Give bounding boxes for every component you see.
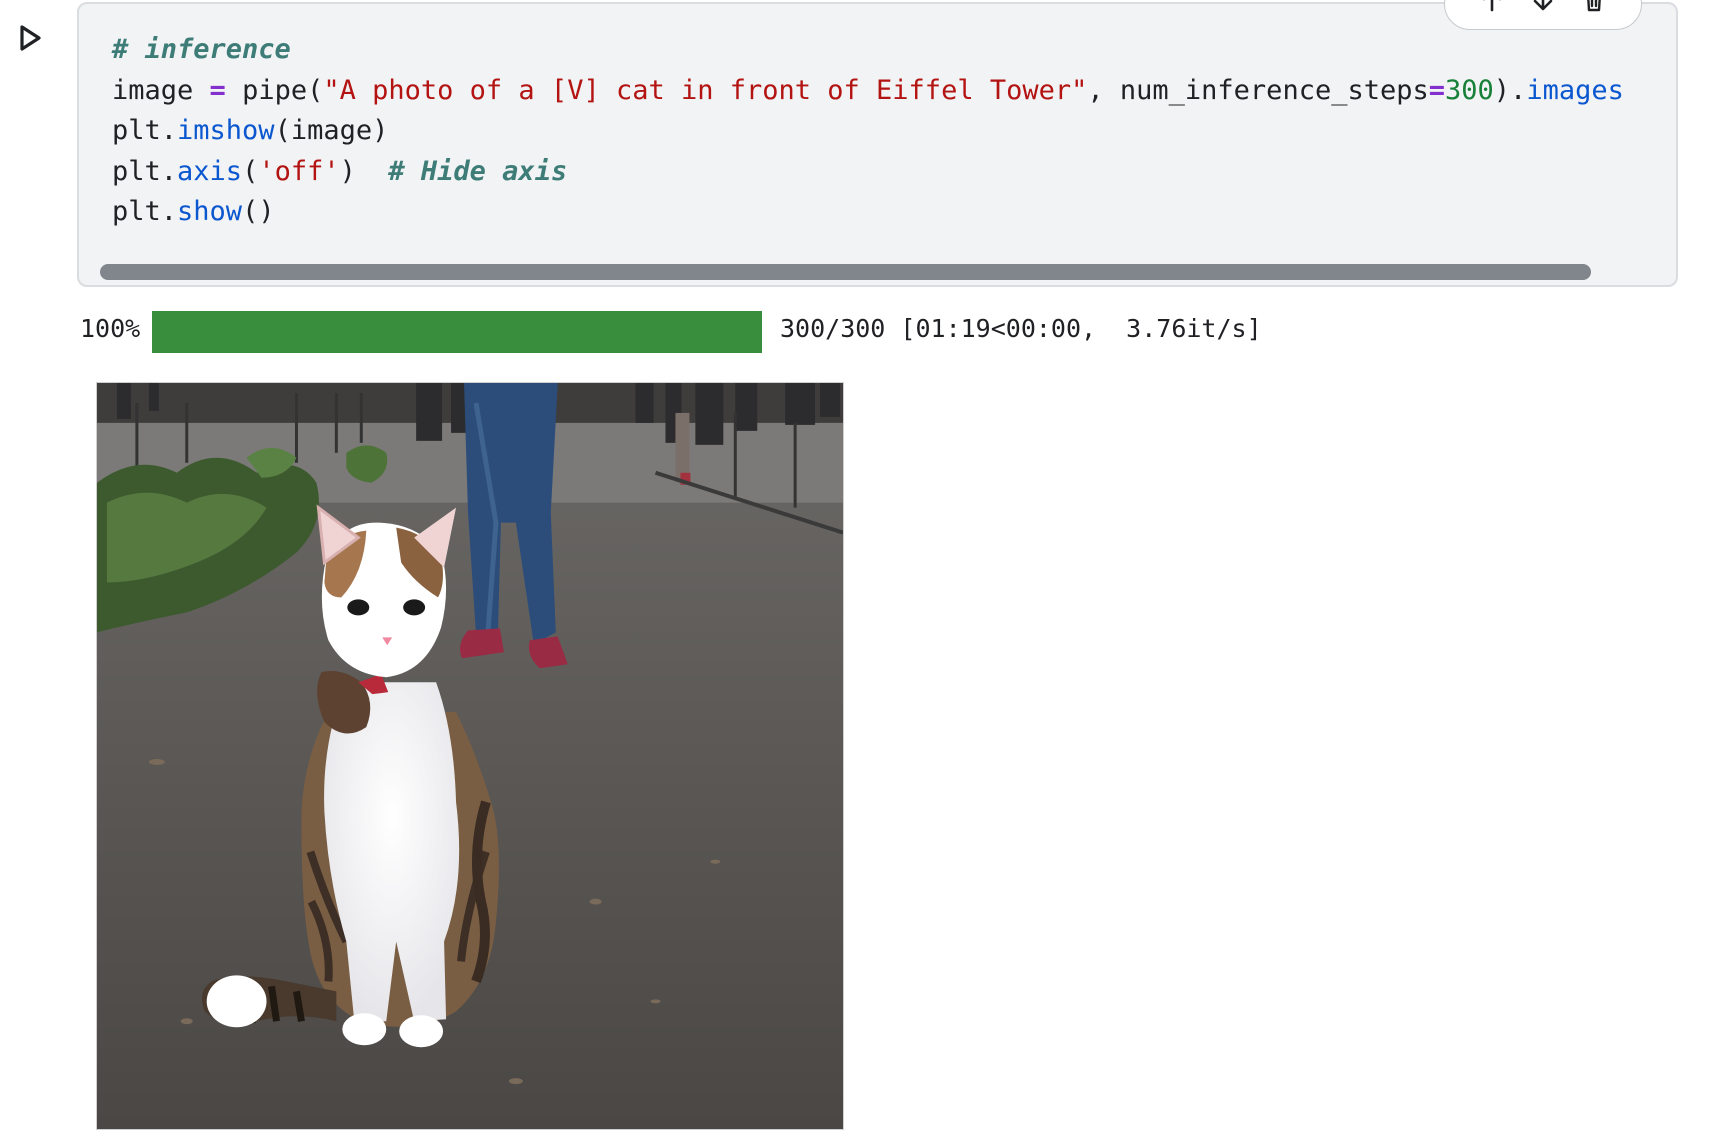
code-token: ). [1493, 74, 1527, 106]
code-cell[interactable]: # inference image = pipe("A photo of a [… [77, 2, 1678, 287]
code-line: plt.imshow(image) [112, 115, 388, 146]
code-function: axis [177, 155, 243, 187]
move-up-button[interactable] [1475, 0, 1509, 15]
code-string: "A photo of a [V] cat in front of Eiffel… [323, 74, 1088, 106]
play-icon [20, 25, 41, 51]
code-token: , num_inference_steps [1087, 74, 1429, 106]
code-line: # inference [112, 34, 291, 65]
code-line: plt.axis('off') # Hide axis [112, 156, 567, 187]
code-number: 300 [1445, 74, 1494, 106]
progress-percent: 100% [80, 314, 141, 343]
code-function: show [177, 196, 243, 227]
delete-cell-button[interactable] [1577, 0, 1611, 15]
progress-stats: 300/300 [01:19<00:00, 3.76it/s] [780, 314, 1262, 343]
progress-output: 100% 300/300 [01:19<00:00, 3.76it/s] [80, 308, 1380, 353]
move-up-icon [1483, 0, 1502, 12]
code-token: pipe( [225, 74, 324, 106]
code-token: (image) [274, 115, 389, 146]
code-token: ) [339, 155, 389, 187]
code-token: ( [242, 155, 259, 187]
move-down-icon [1533, 0, 1553, 11]
code-string: 'off' [258, 155, 340, 187]
progress-bar [152, 311, 762, 353]
progress-bar-fill [152, 311, 762, 353]
code-token: plt. [112, 155, 178, 187]
code-token: plt. [112, 115, 178, 146]
code-attribute: images [1526, 74, 1624, 106]
code-token: () [242, 196, 275, 227]
code-comment: # Hide axis [388, 155, 568, 187]
delete-icon [1586, 0, 1601, 12]
code-editor[interactable]: # inference image = pipe("A photo of a [… [112, 30, 1676, 233]
code-token: plt. [112, 196, 178, 227]
cell-toolbar [1444, 0, 1642, 30]
code-line: image = pipe("A photo of a [V] cat in fr… [112, 75, 1624, 106]
code-comment: # inference [112, 34, 291, 65]
code-line: plt.show() [112, 196, 275, 227]
code-function: imshow [177, 115, 275, 146]
run-cell-button[interactable] [14, 20, 46, 56]
code-token: image [112, 74, 210, 106]
horizontal-scrollbar[interactable] [100, 264, 1591, 280]
move-down-button[interactable] [1526, 0, 1560, 15]
code-operator: = [209, 74, 226, 106]
code-operator: = [1428, 74, 1446, 106]
output-image [96, 382, 844, 1130]
